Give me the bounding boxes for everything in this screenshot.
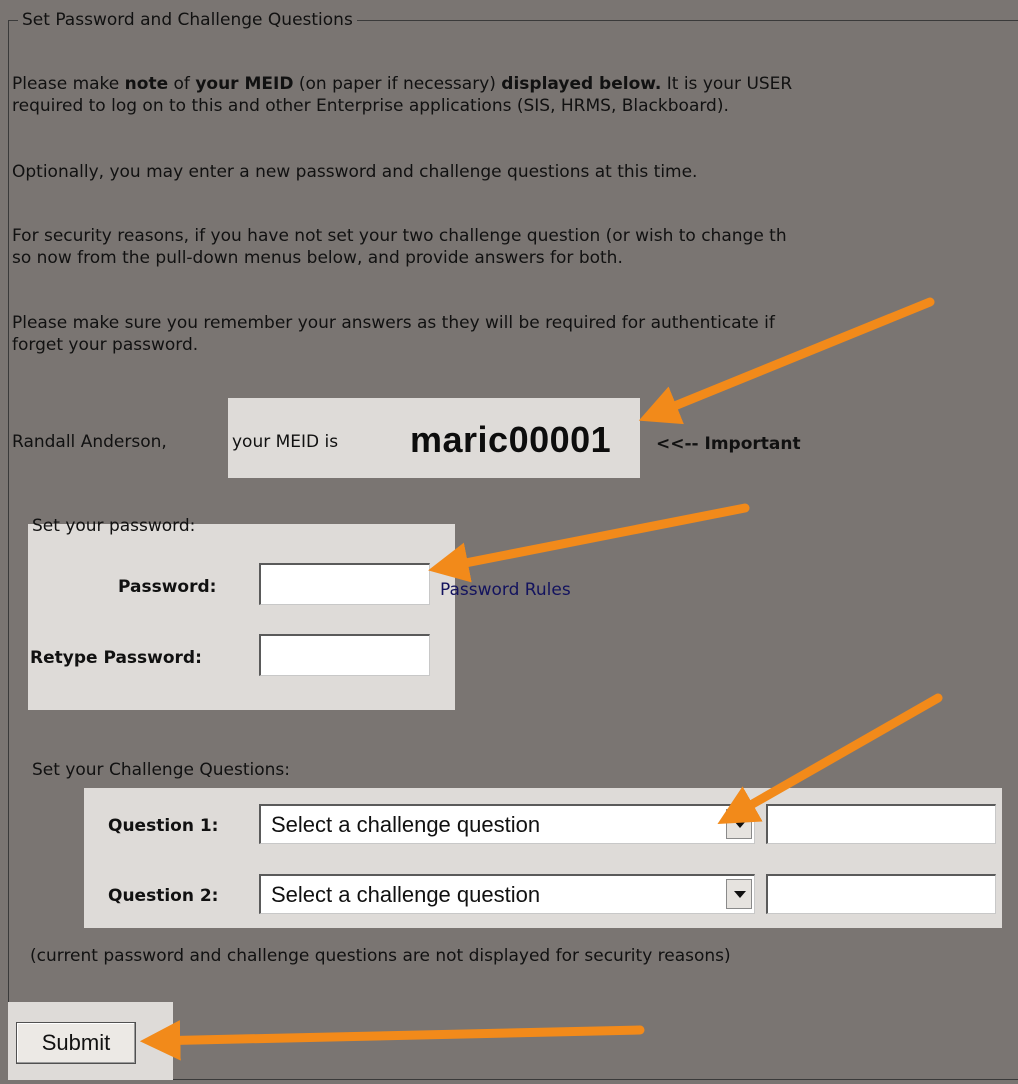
arrow-to-password — [428, 503, 750, 583]
arrow-to-question-dropdown — [717, 693, 943, 825]
arrow-to-submit — [139, 1020, 645, 1061]
arrow-to-meid — [638, 297, 935, 425]
page: Set Password and Challenge Questions Ple… — [0, 0, 1018, 1084]
annotation-arrows — [139, 297, 943, 1061]
